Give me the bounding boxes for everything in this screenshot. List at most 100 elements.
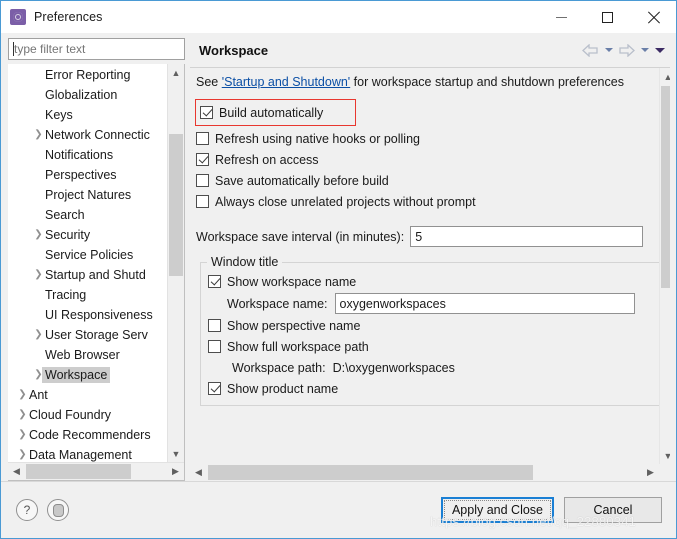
- tree-item-network-connectic[interactable]: ❯ Network Connectic: [8, 125, 184, 145]
- window-title-group-label: Window title: [207, 255, 283, 269]
- tree-item-startup-and-shutd[interactable]: ❯ Startup and Shutd: [8, 265, 184, 285]
- show-workspace-name-label: Show workspace name: [227, 274, 357, 289]
- show-product-name-row[interactable]: Show product name: [208, 378, 670, 399]
- tree-item-label: Tracing: [45, 288, 87, 302]
- tree-item-cloud-foundry[interactable]: ❯ Cloud Foundry: [8, 405, 184, 425]
- apply-and-close-button[interactable]: Apply and Close: [440, 497, 554, 523]
- chevron-right-icon[interactable]: ❯: [16, 410, 29, 420]
- show-full-workspace-path-row[interactable]: Show full workspace path: [208, 336, 670, 357]
- page-vertical-scrollbar[interactable]: ▲ ▼: [659, 68, 670, 464]
- chevron-up-icon[interactable]: ▲: [168, 64, 184, 81]
- back-history-button[interactable]: [602, 41, 615, 60]
- forward-history-button[interactable]: [638, 41, 651, 60]
- back-button[interactable]: [581, 41, 600, 60]
- chevron-right-icon[interactable]: ▶: [642, 464, 659, 481]
- refresh-on-access-checkbox[interactable]: [196, 153, 209, 166]
- page-hscroll-thumb[interactable]: [208, 465, 533, 480]
- filter-input[interactable]: [14, 42, 184, 56]
- chevron-left-icon[interactable]: ◀: [190, 464, 207, 481]
- tree-vertical-scrollbar[interactable]: ▲ ▼: [167, 64, 184, 462]
- workspace-checkbox-list: Build automatically Refresh using native …: [195, 99, 670, 212]
- startup-shutdown-link[interactable]: 'Startup and Shutdown': [222, 75, 350, 89]
- restore-defaults-icon[interactable]: [47, 499, 69, 521]
- tree-item-error-reporting[interactable]: ❯Error Reporting: [8, 65, 184, 85]
- save-interval-input[interactable]: 5: [410, 226, 644, 247]
- chevron-right-icon[interactable]: ❯: [16, 450, 29, 460]
- save-automatically-before-build-label: Save automatically before build: [215, 173, 389, 188]
- help-question-icon[interactable]: ?: [16, 499, 38, 521]
- workspace-name-row: Workspace name: oxygenworkspaces: [208, 292, 670, 315]
- chevron-down-icon[interactable]: ▼: [168, 445, 184, 462]
- chevron-up-icon[interactable]: ▲: [660, 68, 670, 85]
- chevron-right-icon[interactable]: ❯: [16, 390, 29, 400]
- show-perspective-name-label: Show perspective name: [227, 318, 361, 333]
- chevron-right-icon[interactable]: ❯: [32, 230, 45, 240]
- tree-item-security[interactable]: ❯ Security: [8, 225, 184, 245]
- tree-hscroll-thumb[interactable]: [26, 464, 131, 479]
- minimize-button[interactable]: [538, 1, 584, 33]
- cancel-label: Cancel: [593, 503, 633, 517]
- chevron-down-icon[interactable]: ▼: [660, 447, 670, 464]
- refresh-on-access-row[interactable]: Refresh on access: [196, 149, 670, 170]
- show-product-name-checkbox[interactable]: [208, 382, 221, 395]
- tree-item-label: Perspectives: [45, 168, 117, 182]
- tree-horizontal-scrollbar[interactable]: ◀ ▶: [8, 462, 184, 480]
- chevron-right-icon[interactable]: ▶: [167, 463, 184, 480]
- view-menu-button[interactable]: [653, 41, 666, 60]
- tree-item-label: Ant: [29, 388, 48, 402]
- tree-item-perspectives[interactable]: ❯Perspectives: [8, 165, 184, 185]
- close-button[interactable]: [630, 1, 676, 33]
- build-automatically-row[interactable]: Build automatically: [200, 103, 349, 122]
- forward-button[interactable]: [617, 41, 636, 60]
- chevron-right-icon[interactable]: ❯: [32, 130, 45, 140]
- show-workspace-name-row[interactable]: Show workspace name: [208, 271, 670, 292]
- page-horizontal-scrollbar[interactable]: ◀ ▶: [190, 464, 659, 481]
- tree-item-ui-responsiveness[interactable]: ❯UI Responsiveness: [8, 305, 184, 325]
- tree-item-search[interactable]: ❯Search: [8, 205, 184, 225]
- tree-item-code-recommenders[interactable]: ❯ Code Recommenders: [8, 425, 184, 445]
- dialog-footer: ? Apply and Close Cancel: [1, 481, 676, 538]
- chevron-right-icon[interactable]: ❯: [32, 330, 45, 340]
- tree-item-keys[interactable]: ❯Keys: [8, 105, 184, 125]
- tree-scroll-thumb[interactable]: [169, 134, 183, 276]
- chevron-right-icon[interactable]: ❯: [16, 430, 29, 440]
- tree-item-workspace[interactable]: ❯ Workspace: [8, 365, 184, 385]
- page-scroll-thumb[interactable]: [661, 86, 670, 288]
- show-perspective-name-row[interactable]: Show perspective name: [208, 315, 670, 336]
- workspace-name-input[interactable]: oxygenworkspaces: [334, 293, 635, 314]
- tree-item-user-storage-serv[interactable]: ❯ User Storage Serv: [8, 325, 184, 345]
- save-interval-label: Workspace save interval (in minutes):: [196, 229, 405, 244]
- save-automatically-before-build-checkbox[interactable]: [196, 174, 209, 187]
- window-title-group: Window title Show workspace name Workspa…: [200, 255, 670, 406]
- chevron-right-icon[interactable]: ❯: [32, 270, 45, 280]
- tree-item-web-browser[interactable]: ❯Web Browser: [8, 345, 184, 365]
- preferences-gear-icon: [10, 9, 26, 25]
- chevron-left-icon[interactable]: ◀: [8, 463, 25, 480]
- build-automatically-checkbox[interactable]: [200, 106, 213, 119]
- tree-item-project-natures[interactable]: ❯Project Natures: [8, 185, 184, 205]
- cancel-button[interactable]: Cancel: [564, 497, 662, 523]
- tree-item-service-policies[interactable]: ❯Service Policies: [8, 245, 184, 265]
- tree-item-label: Security: [45, 228, 91, 242]
- refresh-using-native-hooks-or-polling-checkbox[interactable]: [196, 132, 209, 145]
- tree-item-notifications[interactable]: ❯Notifications: [8, 145, 184, 165]
- tree-item-globalization[interactable]: ❯Globalization: [8, 85, 184, 105]
- forward-arrow-icon: [619, 43, 635, 57]
- preferences-tree: ❯Error Reporting❯Globalization❯Keys❯Netw…: [8, 64, 185, 481]
- save-automatically-before-build-row[interactable]: Save automatically before build: [196, 170, 670, 191]
- always-close-unrelated-projects-without-prompt-checkbox[interactable]: [196, 195, 209, 208]
- refresh-using-native-hooks-or-polling-row[interactable]: Refresh using native hooks or polling: [196, 128, 670, 149]
- tree-item-data-management[interactable]: ❯ Data Management: [8, 445, 184, 462]
- page-nav-controls: [581, 33, 666, 67]
- tree-item-ant[interactable]: ❯ Ant: [8, 385, 184, 405]
- show-workspace-name-checkbox[interactable]: [208, 275, 221, 288]
- show-full-workspace-path-checkbox[interactable]: [208, 340, 221, 353]
- maximize-button[interactable]: [584, 1, 630, 33]
- tree-item-label: Workspace: [42, 367, 111, 383]
- show-perspective-name-checkbox[interactable]: [208, 319, 221, 332]
- page-description: See 'Startup and Shutdown' for workspace…: [196, 75, 670, 89]
- always-close-unrelated-projects-without-prompt-row[interactable]: Always close unrelated projects without …: [196, 191, 670, 212]
- filter-input-wrapper[interactable]: [8, 38, 185, 60]
- tree-item-tracing[interactable]: ❯Tracing: [8, 285, 184, 305]
- tree-item-label: Project Natures: [45, 188, 132, 202]
